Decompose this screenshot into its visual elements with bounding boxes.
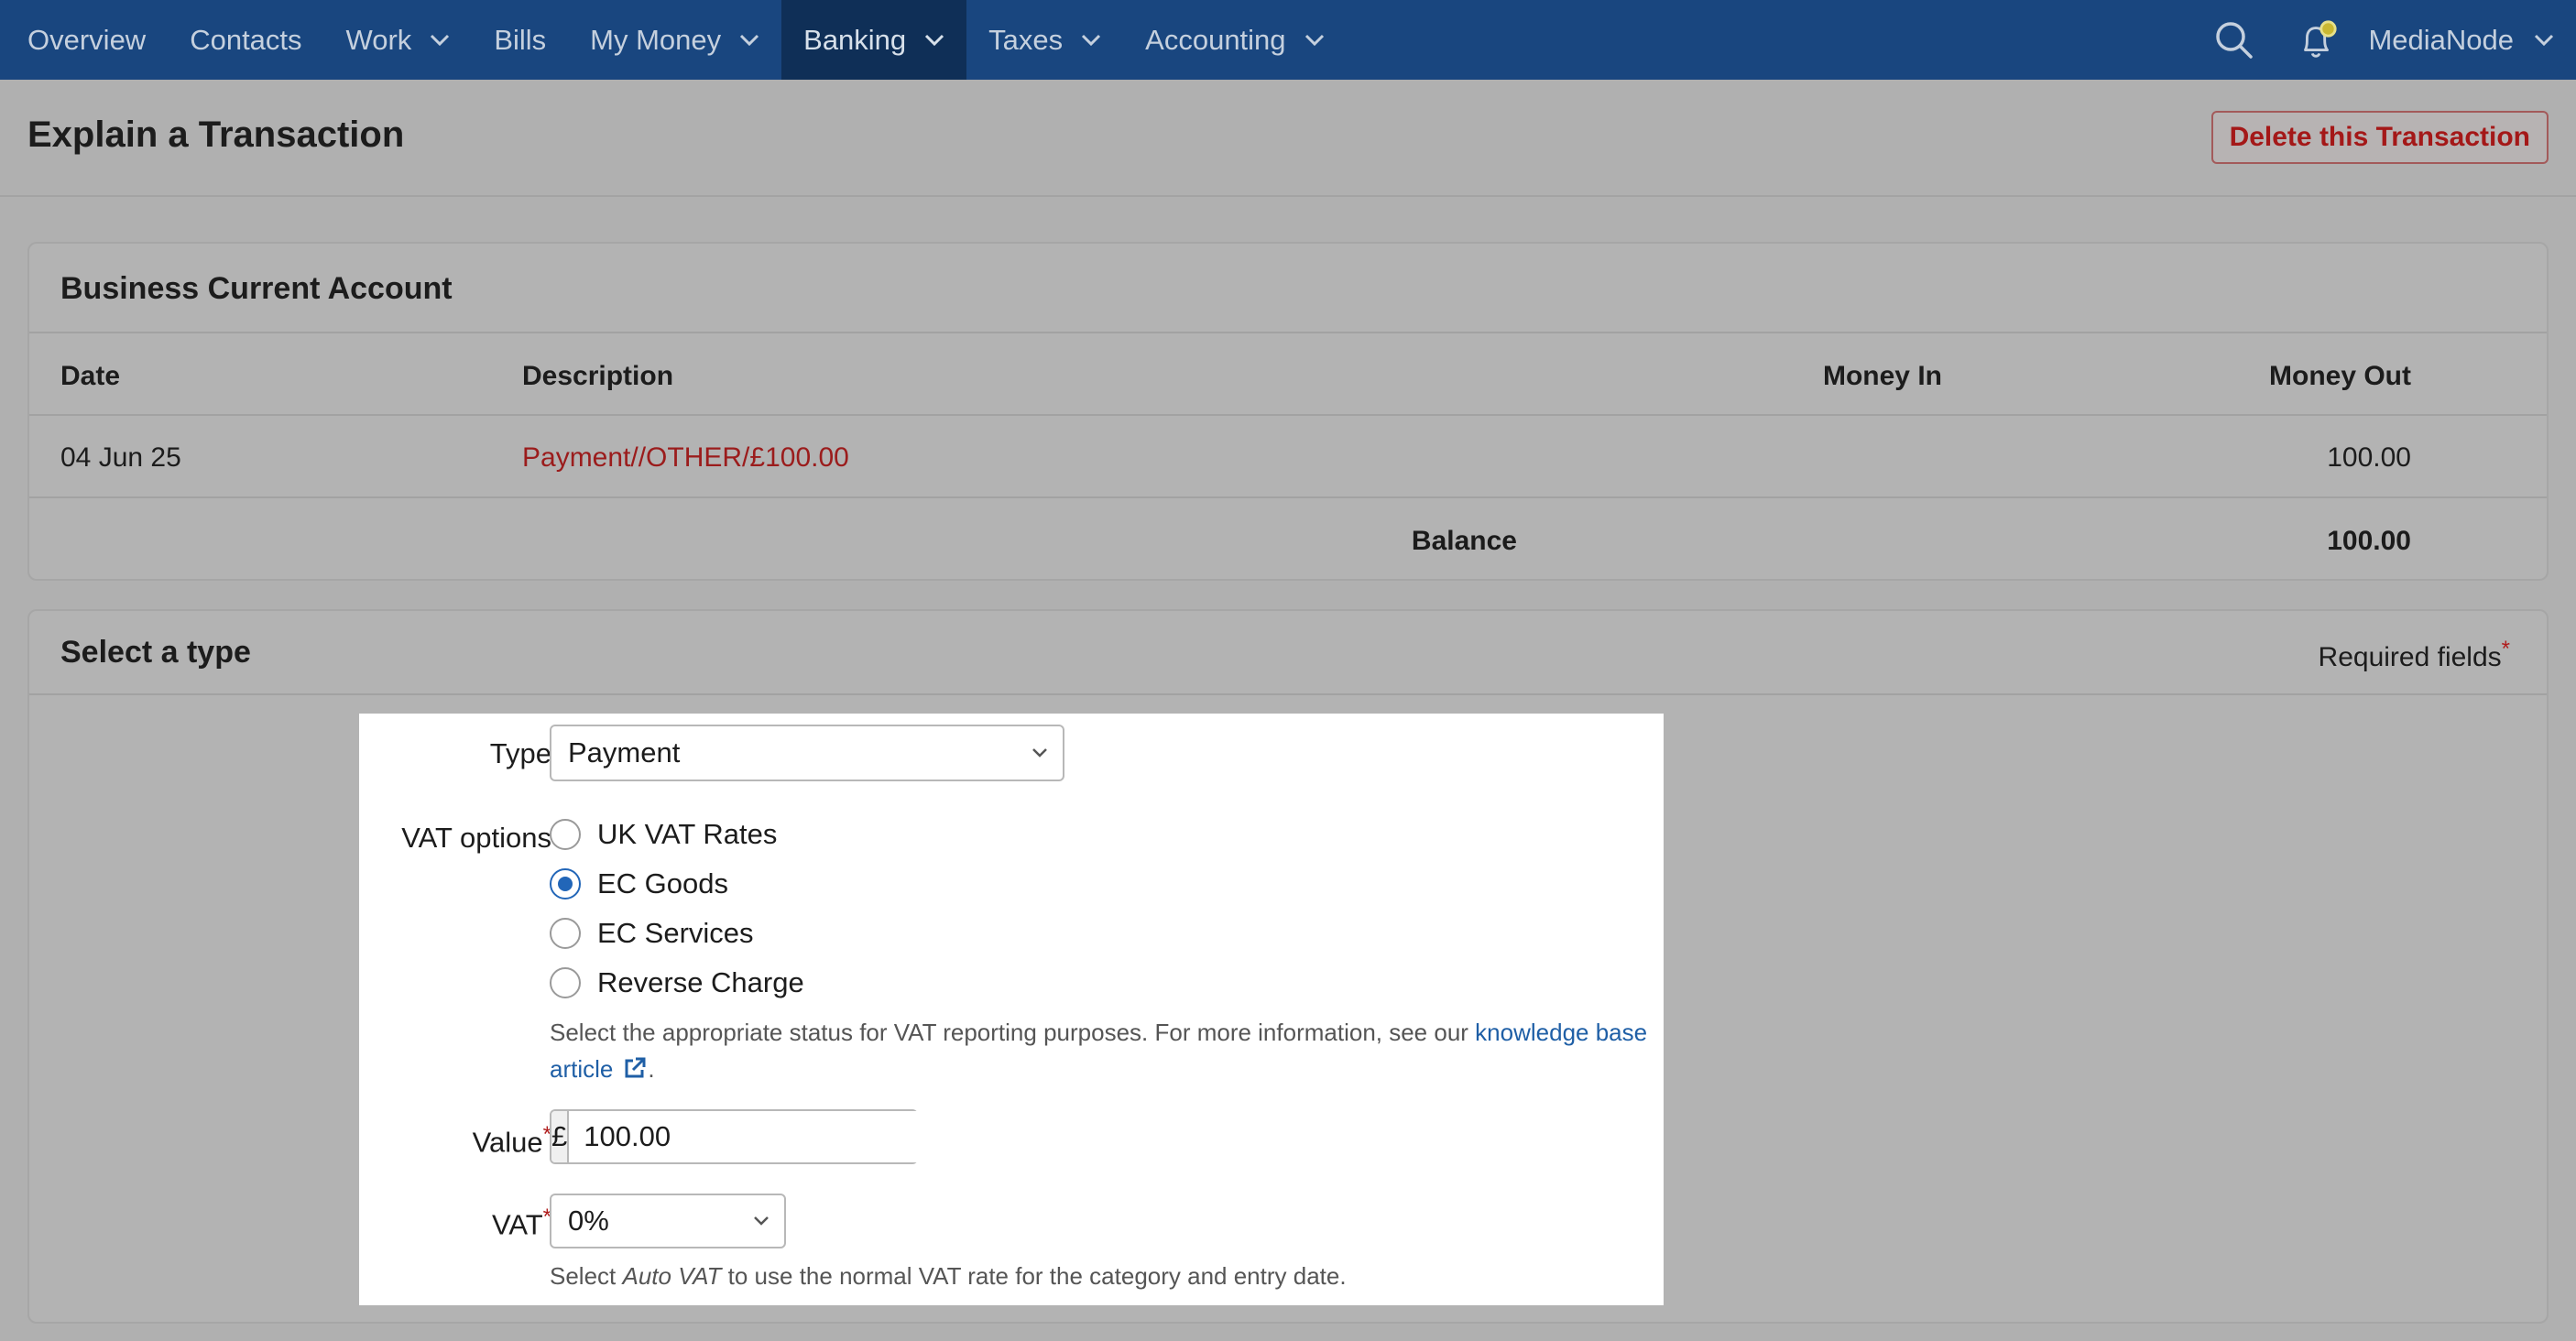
col-header-description: Description [522,361,674,391]
bell-icon[interactable] [2295,18,2339,62]
value-label-text: Value [472,1126,543,1159]
vat-label: VAT* [492,1205,551,1241]
nav-banking[interactable]: Banking [781,0,967,80]
nav-contacts-label: Contacts [190,23,302,56]
type-select[interactable]: Payment [550,725,1064,781]
required-star: * [2501,637,2510,661]
nav-contacts[interactable]: Contacts [168,0,323,80]
vat-rate-select[interactable]: 0% [550,1194,786,1248]
account-panel: Business Current Account Date Descriptio… [27,242,2549,581]
row-money-out: 100.00 [2327,442,2411,473]
nav-overview-label: Overview [27,23,147,56]
search-icon[interactable] [2212,18,2256,62]
balance-label: Balance [1411,526,1517,556]
required-fields-label: Required fields [2318,642,2502,672]
nav-overview[interactable]: Overview [0,0,168,80]
nav-bills-label: Bills [494,23,547,56]
top-nav: Overview Contacts Work Bills My Money Ba… [0,0,2576,80]
value-input[interactable] [569,1111,950,1162]
type-select-value: Payment [568,736,681,769]
currency-symbol: £ [551,1111,570,1162]
nav-right: MediaNode [2212,0,2576,80]
row-description-link[interactable]: Payment//OTHER/£100.00 [522,442,849,474]
value-label: Value* [473,1122,551,1159]
vat-help-text: Select the appropriate status for VAT re… [550,1019,1476,1046]
col-header-money-in: Money In [1822,361,1942,391]
chevron-down-icon [2534,34,2554,46]
nav-my-money[interactable]: My Money [568,0,781,80]
divider [29,332,2547,333]
vat-option-reverse-charge[interactable]: Reverse Charge [550,966,804,999]
page-title: Explain a Transaction [27,114,405,155]
radio-button[interactable] [550,918,581,949]
nav-accounting[interactable]: Accounting [1123,0,1346,80]
row-date: 04 Jun 25 [60,442,181,473]
divider [29,414,2547,416]
vat-option-label: UK VAT Rates [597,818,778,850]
account-panel-title: Business Current Account [60,271,453,306]
chevron-down-icon [1304,34,1324,46]
page-header: Explain a Transaction Delete this Transa… [0,80,2576,197]
radio-button-checked[interactable] [550,868,581,899]
chevron-down-icon [925,34,944,46]
vat-rate-help: Select Auto VAT to use the normal VAT ra… [550,1258,1347,1294]
vat-options-label: VAT options [401,822,551,854]
knowledge-base-link-text: knowledge base [1475,1019,1648,1046]
vat-option-label: Reverse Charge [597,966,804,998]
nav-taxes-label: Taxes [988,23,1064,56]
external-link-icon [625,1057,646,1078]
divider [29,496,2547,498]
value-field: £ [550,1109,950,1164]
nav-work[interactable]: Work [324,0,473,80]
vat-option-uk-vat-rates[interactable]: UK VAT Rates [550,818,777,851]
chevron-down-icon [740,34,759,46]
divider [29,693,2547,695]
radio-button[interactable] [550,819,581,850]
nav-accounting-label: Accounting [1145,23,1286,56]
col-header-money-out: Money Out [2269,361,2411,391]
account-name: MediaNode [2368,23,2514,56]
nav-taxes[interactable]: Taxes [966,0,1123,80]
nav-banking-label: Banking [803,23,907,56]
knowledge-base-link-text: article [550,1055,614,1083]
vat-option-ec-goods[interactable]: EC Goods [550,867,728,900]
vat-option-label: EC Services [597,917,754,949]
vat-rate-help-text: Select [550,1262,623,1290]
col-header-date: Date [60,361,121,391]
nav-my-money-label: My Money [590,23,722,56]
radio-button[interactable] [550,967,581,998]
nav-work-label: Work [345,23,412,56]
vat-rate-value: 0% [568,1205,609,1237]
balance-value: 100.00 [2327,526,2411,556]
vat-options-help: Select the appropriate status for VAT re… [550,1014,1649,1087]
required-fields-note: Required fields* [2319,637,2510,673]
nav-bills[interactable]: Bills [472,0,568,80]
type-panel-title: Select a type [60,635,251,670]
vat-rate-help-emphasis: Auto VAT [622,1262,722,1290]
vat-rate-help-text: to use the normal VAT rate for the categ… [721,1262,1347,1290]
delete-transaction-button[interactable]: Delete this Transaction [2210,111,2549,164]
type-label: Type [489,737,551,769]
chevron-down-icon [754,1216,769,1226]
vat-option-label: EC Goods [597,867,729,899]
account-menu[interactable]: MediaNode [2339,24,2576,57]
vat-help-suffix: . [648,1055,655,1083]
explain-form: Type Payment VAT options UK VAT Rates EC… [359,714,1664,1305]
chevron-down-icon [1082,34,1101,46]
chevron-down-icon [1032,748,1047,758]
vat-label-text: VAT [491,1208,543,1241]
vat-option-ec-services[interactable]: EC Services [550,917,754,950]
chevron-down-icon [431,34,450,46]
